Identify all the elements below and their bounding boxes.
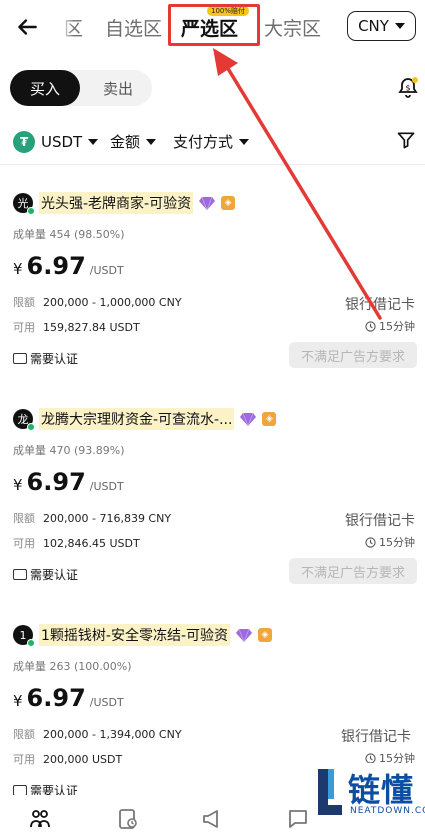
currency-label: CNY — [358, 17, 389, 35]
available-row: 可用 200,000 USDT — [13, 753, 123, 766]
buy-button-disabled[interactable]: 不满足广告方要求 — [289, 342, 417, 368]
clock-icon — [365, 320, 376, 332]
order-stats: 成单量 470 (93.89%) — [13, 444, 125, 457]
coin-filter[interactable]: ₮ USDT — [13, 131, 99, 153]
online-dot — [27, 423, 35, 431]
shield-icon: ◈ — [258, 628, 273, 642]
top-bar: 区 自选区 严选区 100%赔付 大宗区 CNY — [0, 0, 425, 56]
buy-sell-toggle: 买入 卖出 — [10, 70, 152, 106]
avatar: 龙 — [13, 409, 35, 431]
sell-tab[interactable]: 卖出 — [84, 70, 152, 106]
avatar: 光 — [13, 193, 35, 215]
annotation-highlight-box — [168, 4, 260, 46]
chevron-down-icon — [394, 23, 405, 29]
payment-time: 15分钟 — [365, 534, 415, 550]
shield-icon: ◈ — [262, 412, 277, 426]
svg-text:$: $ — [405, 84, 410, 93]
price: ¥ 6.97 /USDT — [13, 684, 124, 712]
clock-icon — [365, 752, 376, 764]
chevron-down-icon — [146, 138, 157, 145]
id-card-icon — [13, 353, 27, 364]
merchant-name[interactable]: 1颗摇钱树-安全零冻结-可验资 — [39, 624, 231, 646]
orders-icon[interactable] — [116, 807, 140, 831]
tab-bulk[interactable]: 大宗区 — [264, 14, 321, 41]
verification-required: 需要认证 — [13, 350, 78, 367]
payment-method: 银行借记卡 — [345, 297, 415, 313]
message-icon[interactable] — [286, 807, 310, 831]
offer-card[interactable]: 龙 龙腾大宗理财资金-可查流水-... ◈ 成单量 470 (93.89%) ¥… — [0, 408, 425, 618]
limit-row: 限额 200,000 - 1,000,000 CNY — [13, 296, 182, 309]
diamond-icon — [240, 412, 257, 426]
merchant-name[interactable]: 龙腾大宗理财资金-可查流水-... — [39, 408, 235, 430]
limit-row: 限额 200,000 - 1,394,000 CNY — [13, 728, 182, 741]
order-stats: 成单量 263 (100.00%) — [13, 660, 132, 673]
filter-bar: ₮ USDT 金额 支付方式 — [0, 124, 425, 158]
payment-filter[interactable]: 支付方式 — [173, 131, 250, 152]
filter-icon[interactable] — [396, 130, 416, 150]
buy-tab[interactable]: 买入 — [10, 70, 80, 106]
available-row: 可用 159,827.84 USDT — [13, 321, 140, 334]
shield-icon: ◈ — [221, 196, 236, 210]
coin-label: USDT — [41, 133, 83, 151]
tab-favorites[interactable]: 自选区 — [105, 14, 162, 41]
amount-label: 金额 — [110, 133, 141, 151]
megaphone-icon[interactable] — [201, 807, 225, 831]
clock-icon — [365, 536, 376, 548]
id-card-icon — [13, 569, 27, 580]
online-dot — [27, 207, 35, 215]
merchant-name[interactable]: 光头强-老牌商家-可验资 — [39, 192, 194, 214]
payment-method: 银行借记卡 — [345, 513, 415, 529]
bell-icon[interactable]: $ — [396, 76, 420, 100]
price: ¥ 6.97 /USDT — [13, 252, 124, 280]
limit-row: 限额 200,000 - 716,839 CNY — [13, 512, 172, 525]
watermark-logo: 链懂 NEATDOWN.COM — [312, 763, 425, 821]
logo-l-icon — [318, 769, 342, 815]
divider — [0, 164, 425, 165]
currency-select[interactable]: CNY — [347, 11, 416, 41]
diamond-icon — [199, 196, 216, 210]
price: ¥ 6.97 /USDT — [13, 468, 124, 496]
buy-button-disabled[interactable]: 不满足广告方要求 — [289, 558, 417, 584]
diamond-icon — [236, 628, 253, 642]
p2p-icon[interactable] — [28, 807, 52, 831]
back-arrow-icon[interactable] — [14, 14, 40, 40]
payment-method: 银行借记卡 — [341, 729, 411, 745]
offer-card[interactable]: 光 光头强-老牌商家-可验资 ◈ 成单量 454 (98.50%) ¥ 6.97… — [0, 192, 425, 402]
payment-time: 15分钟 — [365, 318, 415, 334]
payment-label: 支付方式 — [173, 133, 234, 151]
usdt-icon: ₮ — [13, 131, 35, 153]
order-stats: 成单量 454 (98.50%) — [13, 228, 125, 241]
verification-required: 需要认证 — [13, 566, 78, 583]
chevron-down-icon — [88, 139, 99, 145]
amount-filter[interactable]: 金额 — [110, 131, 157, 152]
online-dot — [27, 639, 35, 647]
available-row: 可用 102,846.45 USDT — [13, 537, 140, 550]
chevron-down-icon — [239, 138, 250, 145]
avatar: 1 — [13, 625, 35, 647]
